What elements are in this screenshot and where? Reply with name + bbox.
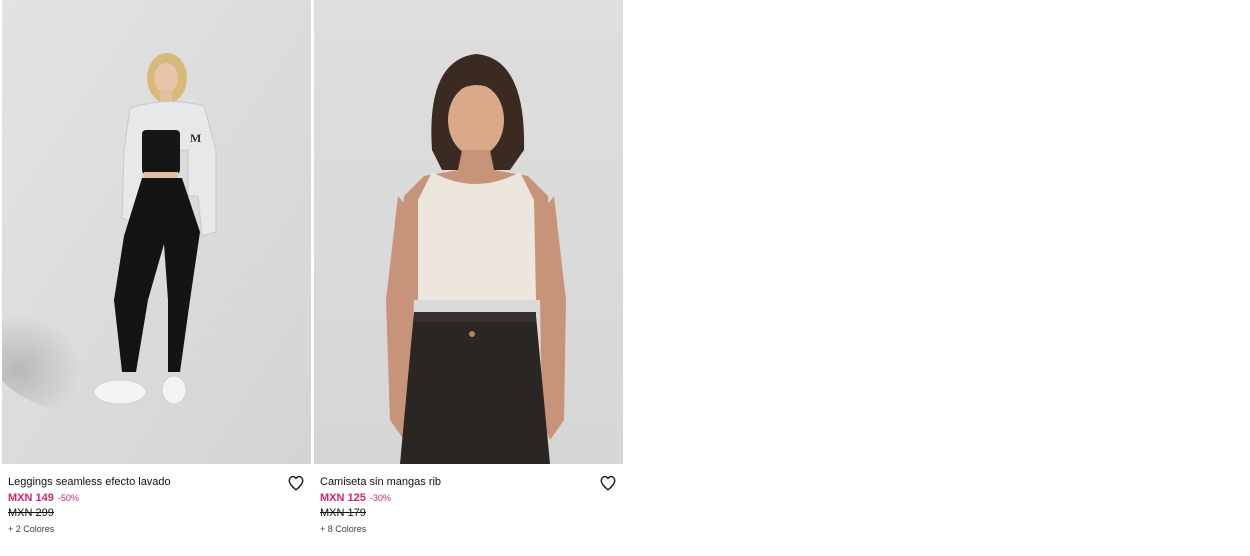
discount-badge: -50% — [57, 493, 79, 503]
original-price: MXN 179 — [320, 507, 366, 519]
product-info: Camiseta sin mangas rib MXN 125 -30% MXN… — [314, 464, 623, 555]
price-row: MXN 125 -30% — [320, 491, 617, 505]
svg-text:M: M — [190, 131, 201, 145]
favorite-button[interactable] — [287, 474, 305, 492]
product-photo-leggings: M — [2, 0, 311, 464]
favorite-button[interactable] — [599, 474, 617, 492]
product-card[interactable]: Camiseta sin mangas rib MXN 125 -30% MXN… — [314, 0, 623, 555]
price-row: MXN 149 -50% — [8, 491, 305, 505]
product-info: Leggings seamless efecto lavado MXN 149 … — [2, 464, 311, 555]
product-card[interactable]: M Leggings seamless efecto lavado MXN 14… — [2, 0, 311, 555]
heart-outline-icon — [599, 474, 617, 492]
product-photo-tank-top — [314, 0, 623, 464]
product-image[interactable]: M — [2, 0, 311, 464]
sale-price: MXN 149 — [8, 492, 54, 504]
sale-price: MXN 125 — [320, 492, 366, 504]
color-count[interactable]: + 8 Colores — [320, 522, 617, 536]
product-grid: M Leggings seamless efecto lavado MXN 14… — [2, 0, 623, 555]
heart-outline-icon — [287, 474, 305, 492]
product-image[interactable] — [314, 0, 623, 464]
original-price: MXN 299 — [8, 507, 54, 519]
color-count[interactable]: + 2 Colores — [8, 522, 305, 536]
product-name[interactable]: Camiseta sin mangas rib — [320, 475, 617, 489]
product-name[interactable]: Leggings seamless efecto lavado — [8, 475, 305, 489]
discount-badge: -30% — [369, 493, 391, 503]
